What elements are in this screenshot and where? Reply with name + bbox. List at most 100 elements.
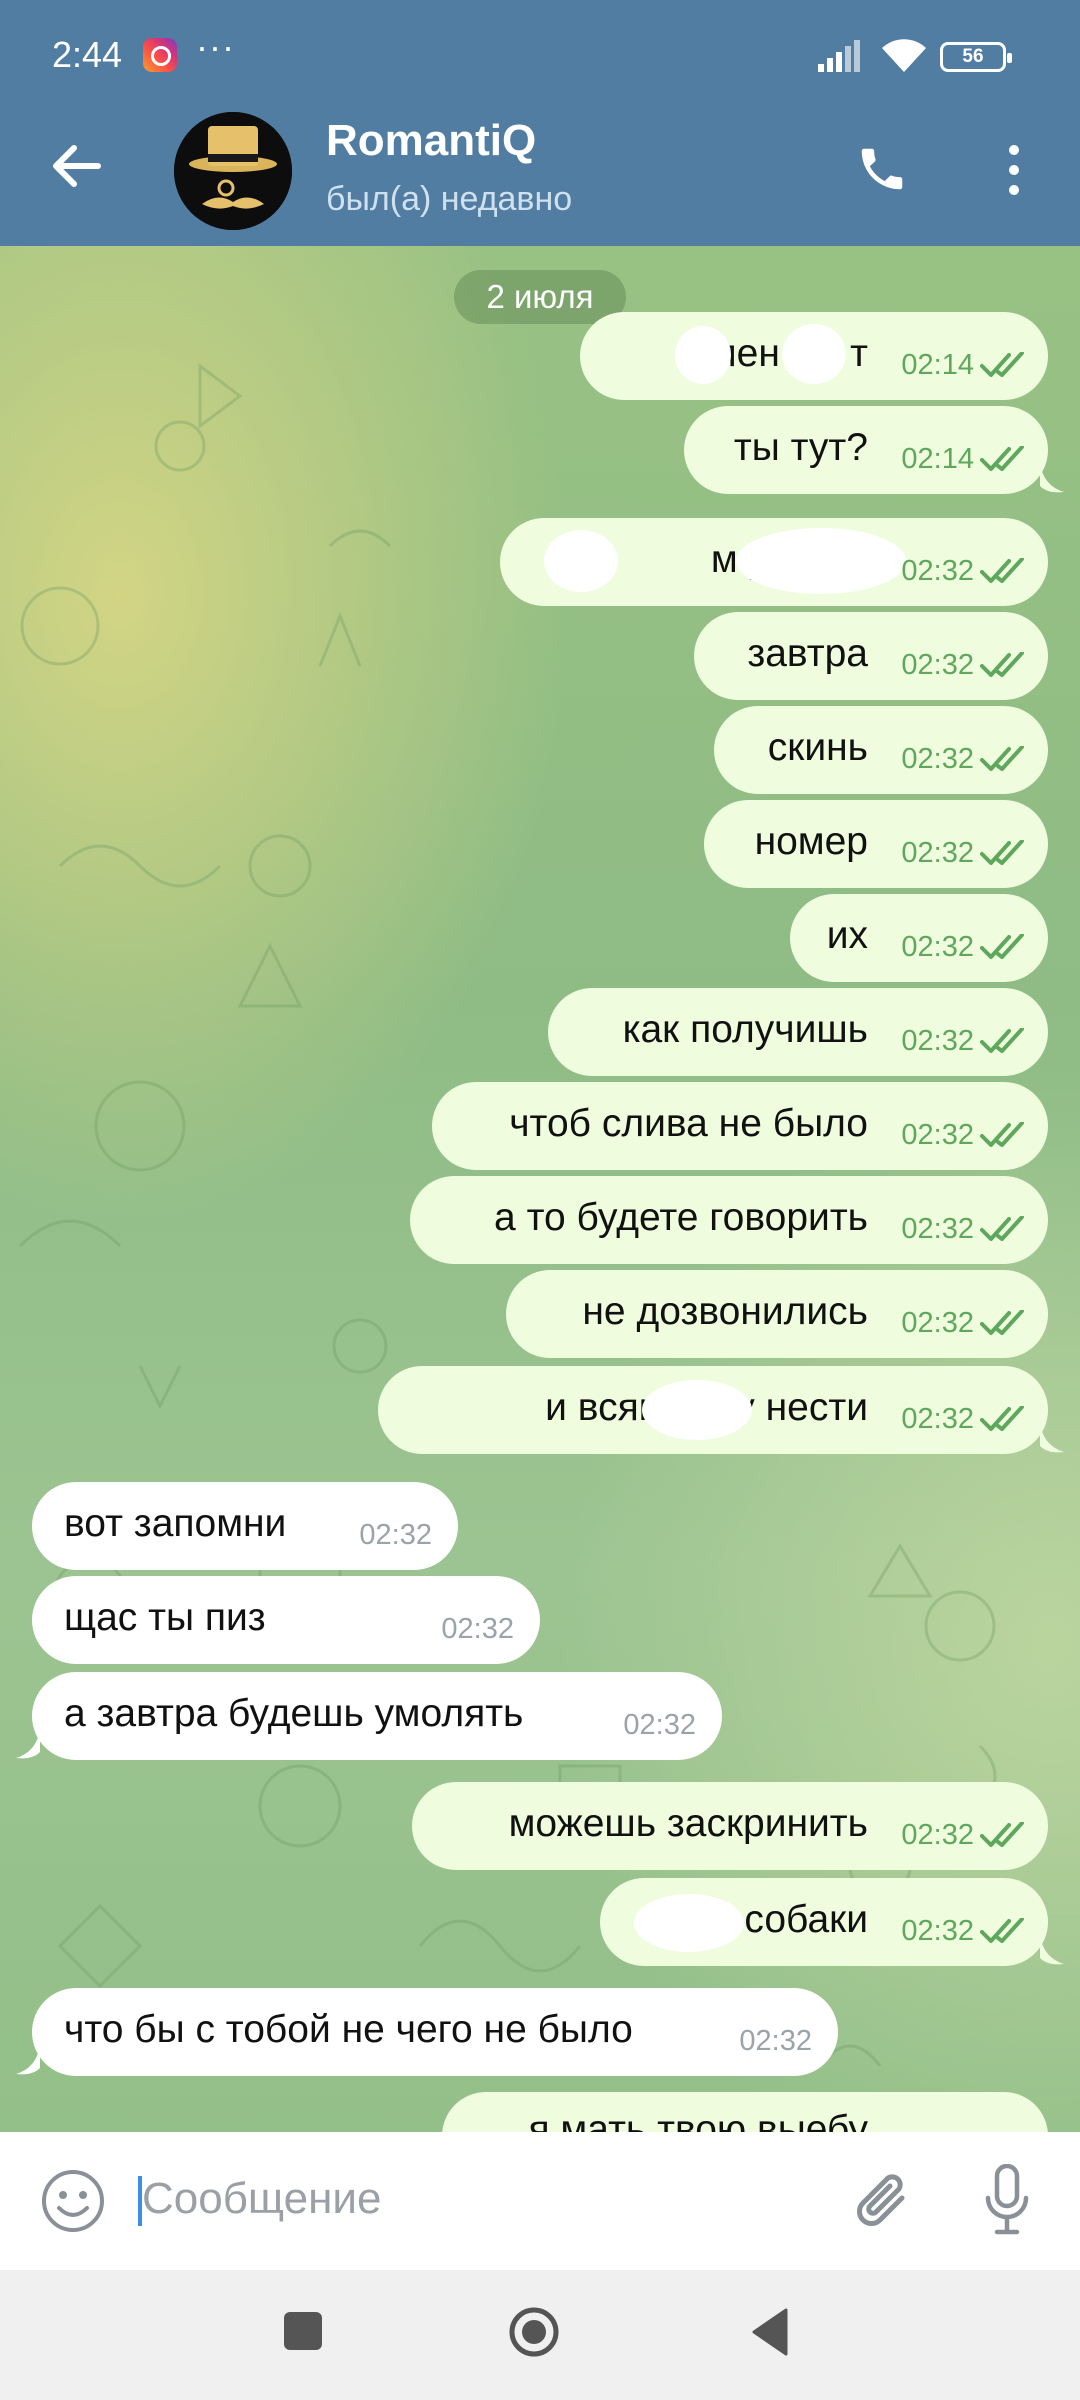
outgoing-message[interactable]: я мать твою выебу	[442, 2092, 1048, 2132]
message-text: вот запомни	[64, 1502, 287, 1545]
redaction-blot	[634, 1894, 744, 1952]
outgoing-message[interactable]: номер 02:32	[704, 800, 1048, 888]
outgoing-message[interactable]: с собаки 02:32	[600, 1878, 1048, 1966]
incoming-message[interactable]: вот запомни 02:32	[32, 1482, 458, 1570]
incoming-message[interactable]: щас ты пиз 02:32	[32, 1576, 540, 1664]
message-time: 02:32	[901, 1119, 974, 1151]
message-text: как получишь	[622, 1008, 868, 1051]
recent-apps-button[interactable]	[284, 2312, 322, 2350]
outgoing-message[interactable]: не дозвонились 02:32	[506, 1270, 1048, 1358]
incoming-message[interactable]: а завтра будешь умолять 02:32	[32, 1672, 722, 1760]
message-time: 02:32	[901, 649, 974, 681]
message-time: 02:14	[901, 443, 974, 475]
back-button[interactable]	[750, 2308, 788, 2356]
double-check-icon	[980, 934, 1024, 959]
message-time: 02:32	[901, 931, 974, 963]
double-check-icon	[980, 1216, 1024, 1241]
outgoing-message[interactable]: завтра 02:32	[694, 612, 1048, 700]
outgoing-message[interactable]: скинь 02:32	[714, 706, 1048, 794]
message-text: я мать твою выебу	[528, 2108, 868, 2132]
outgoing-message[interactable]: можешь заскринить 02:32	[412, 1782, 1048, 1870]
more-notifications-indicator: ···	[196, 26, 235, 67]
message-text: номер	[754, 820, 868, 863]
outgoing-message[interactable]: как получишь 02:32	[548, 988, 1048, 1076]
bubble-tail	[16, 1730, 40, 1759]
instagram-notification-icon	[143, 38, 177, 72]
double-check-icon	[980, 1122, 1024, 1147]
message-text: чтоб слива не было	[509, 1102, 868, 1145]
battery-level: 56	[962, 46, 984, 67]
outgoing-message[interactable]: чтоб слива не было 02:32	[432, 1082, 1048, 1170]
redaction-blot	[782, 324, 846, 384]
outgoing-message[interactable]: лен ми т 02:14	[580, 312, 1048, 400]
double-check-icon	[980, 558, 1024, 583]
status-time: 2:44	[52, 34, 123, 75]
message-text: ты тут?	[733, 426, 868, 469]
message-composer	[0, 2132, 1080, 2270]
paperclip-icon[interactable]	[852, 2168, 914, 2234]
message-text: а то будете говорить	[494, 1196, 868, 1239]
message-time: 02:32	[901, 1403, 974, 1435]
redaction-blot	[544, 530, 618, 592]
double-check-icon	[980, 840, 1024, 865]
bubble-tail	[1040, 1424, 1064, 1453]
message-time: 02:32	[441, 1613, 514, 1645]
top-hat-avatar-icon	[174, 112, 292, 230]
message-time: 02:32	[901, 837, 974, 869]
message-time: 02:32	[901, 1307, 974, 1339]
double-check-icon	[980, 1310, 1024, 1335]
date-separator: 2 июля	[454, 270, 626, 324]
message-time: 02:32	[901, 555, 974, 587]
message-text: а завтра будешь умолять	[64, 1692, 524, 1735]
message-time: 02:32	[359, 1519, 432, 1551]
status-bar: 2:44 ··· 56	[0, 0, 1080, 110]
signal-icon	[818, 40, 860, 72]
incoming-message[interactable]: что бы с тобой не чего не было 02:32	[32, 1988, 838, 2076]
double-check-icon	[980, 1406, 1024, 1431]
redaction-blot	[736, 528, 906, 594]
contact-name[interactable]: RomantiQ	[326, 116, 536, 166]
message-time: 02:32	[901, 1819, 974, 1851]
bubble-tail	[1040, 1936, 1064, 1965]
outgoing-message[interactable]: и всякую ху нести 02:32	[378, 1366, 1048, 1454]
phone-icon[interactable]	[855, 142, 909, 196]
outgoing-message[interactable]: их 02:32	[790, 894, 1048, 982]
outgoing-message[interactable]: а то будете говорить 02:32	[410, 1176, 1048, 1264]
arrow-left-icon[interactable]	[48, 138, 104, 194]
message-time: 02:32	[739, 2025, 812, 2057]
message-time: 02:32	[901, 743, 974, 775]
last-seen-status: был(а) недавно	[326, 180, 573, 218]
double-check-icon	[980, 446, 1024, 471]
message-text: не дозвонились	[582, 1290, 868, 1333]
wifi-icon	[882, 39, 926, 72]
message-text: можешь заскринить	[508, 1802, 868, 1845]
message-text: что бы с тобой не чего не было	[64, 2008, 633, 2051]
message-text: щас ты пиз	[64, 1596, 266, 1639]
double-check-icon	[980, 1918, 1024, 1943]
emoji-icon[interactable]	[40, 2168, 106, 2234]
outgoing-message[interactable]: м у твою 02:32	[500, 518, 1048, 606]
more-vertical-icon[interactable]	[1000, 140, 1028, 200]
redaction-blot	[296, 1590, 406, 1650]
chat-area[interactable]: 2 июля лен ми т 02:14 ты тут? 02:14 м у …	[0, 246, 1080, 2132]
double-check-icon	[980, 652, 1024, 677]
message-text: завтра	[747, 632, 868, 675]
home-button[interactable]	[508, 2306, 560, 2358]
outgoing-message[interactable]: ты тут? 02:14	[684, 406, 1048, 494]
avatar[interactable]	[174, 112, 292, 230]
bubble-tail	[16, 2046, 40, 2075]
message-text: скинь	[767, 726, 868, 769]
redaction-blot	[675, 326, 731, 384]
app-header: 2:44 ··· 56 RomantiQ был(а) недавно	[0, 0, 1080, 246]
battery-icon: 56	[940, 42, 1012, 72]
bubble-tail	[1040, 464, 1064, 493]
microphone-icon[interactable]	[984, 2164, 1030, 2236]
message-time: 02:32	[901, 1213, 974, 1245]
message-time: 02:32	[901, 1025, 974, 1057]
double-check-icon	[980, 352, 1024, 377]
double-check-icon	[980, 1028, 1024, 1053]
message-input[interactable]	[142, 2174, 792, 2224]
message-text: их	[826, 914, 868, 957]
message-time: 02:32	[623, 1709, 696, 1741]
double-check-icon	[980, 1822, 1024, 1847]
